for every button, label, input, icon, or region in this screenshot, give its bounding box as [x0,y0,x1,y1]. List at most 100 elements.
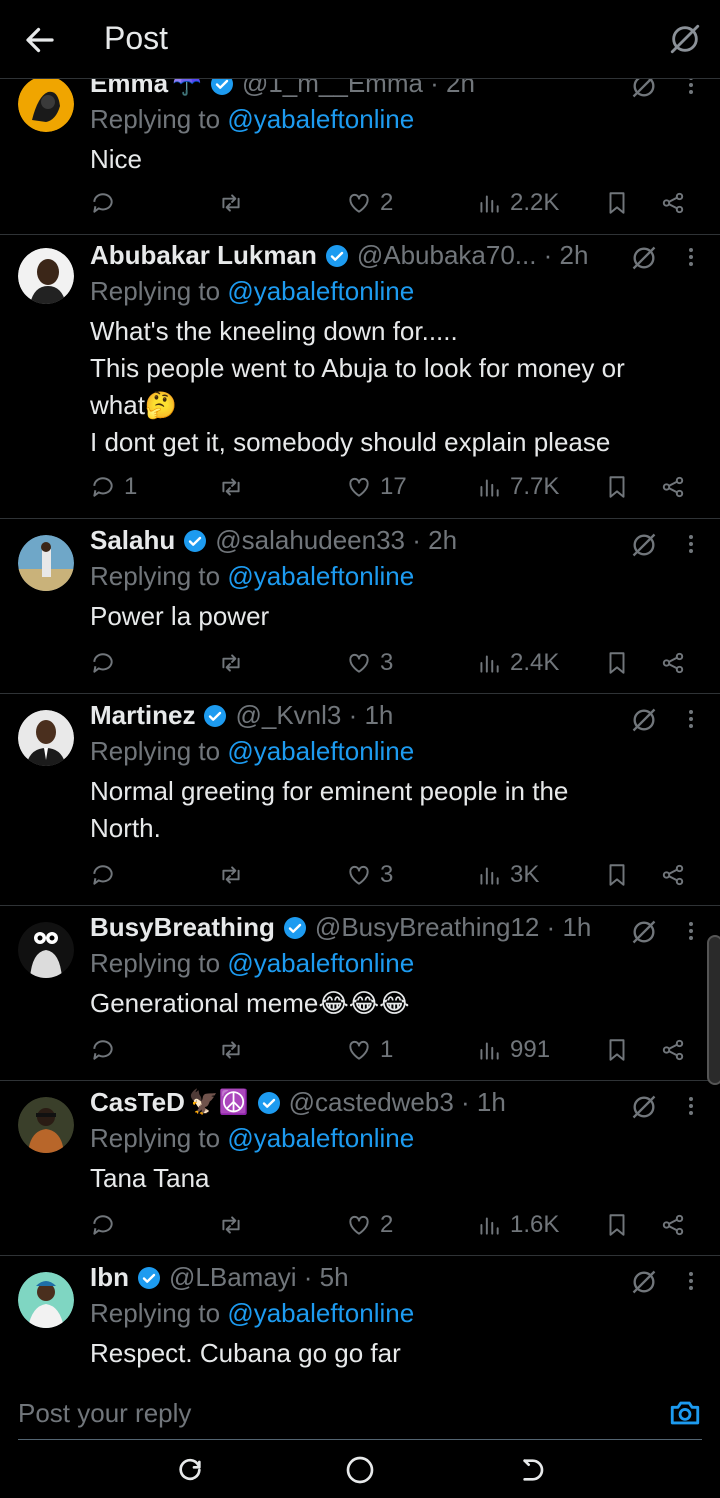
like-button[interactable]: 1 [346,1033,393,1067]
reply-button[interactable] [90,646,124,680]
repost-button[interactable] [218,470,244,504]
more-options-icon[interactable] [686,78,696,96]
arrow-left-icon[interactable] [22,22,58,58]
reply-button[interactable] [90,858,124,892]
replying-handle-link[interactable]: @yabaleftonline [227,104,414,134]
verified-badge-icon [325,244,348,267]
views-button[interactable]: 3K [476,858,539,892]
reply-input[interactable]: Post your reply [18,1398,191,1429]
author-handle[interactable]: @_Kvnl3 · 1h [235,700,393,731]
share-button[interactable] [660,1033,686,1067]
more-options-icon[interactable] [686,1095,696,1117]
author-handle[interactable]: @BusyBreathing12 · 1h [315,912,591,943]
avatar[interactable] [18,922,74,978]
repost-icon [222,478,240,496]
like-button[interactable]: 3 [346,646,393,680]
share-button[interactable] [660,646,686,680]
reply-item[interactable]: CasTeD 🦅☮️ @castedweb3 · 1h Replying to … [0,1081,720,1256]
like-button[interactable]: 2 [346,1208,393,1242]
avatar[interactable] [18,78,74,132]
grok-icon[interactable] [630,706,658,734]
home-circle-icon[interactable] [344,1454,376,1486]
replying-handle-link[interactable]: @yabaleftonline [227,276,414,306]
reply-item[interactable]: BusyBreathing @BusyBreathing12 · 1h Repl… [0,906,720,1081]
avatar[interactable] [18,248,74,304]
reply-item[interactable]: Martinez @_Kvnl3 · 1h Replying to @yabal… [0,694,720,906]
author-handle[interactable]: @castedweb3 · 1h [289,1087,506,1118]
bookmark-button[interactable] [604,470,630,504]
bookmark-button[interactable] [604,646,630,680]
camera-icon[interactable] [668,1396,702,1430]
reply-item[interactable]: Emma ☂️ @1_m__Emma · 2h Replying to @yab… [0,78,720,235]
reply-composer[interactable]: Post your reply [0,1372,720,1442]
grok-icon[interactable] [630,1093,658,1121]
more-options-icon[interactable] [686,920,696,942]
replying-handle-link[interactable]: @yabaleftonline [227,1298,414,1328]
avatar[interactable] [18,1272,74,1328]
reply-item[interactable]: Abubakar Lukman @Abubaka70... · 2h Reply… [0,234,720,519]
repost-icon [222,1041,240,1059]
more-options-icon[interactable] [686,1270,696,1292]
repost-button[interactable] [218,1033,244,1067]
grok-icon[interactable] [630,244,658,272]
author-handle[interactable]: @salahudeen33 · 2h [215,525,457,556]
scrollbar-handle[interactable] [707,935,720,1085]
reply-item[interactable]: Ibn @LBamayi · 5h Replying to @yabalefto… [0,1256,720,1372]
reply-text: What's the kneeling down for..... This p… [90,313,700,461]
share-button[interactable] [660,858,686,892]
author-name[interactable]: Ibn [90,1262,129,1293]
like-button[interactable]: 2 [346,186,393,220]
grok-icon[interactable] [630,531,658,559]
author-handle[interactable]: @1_m__Emma · 2h [242,78,475,99]
like-button[interactable]: 17 [346,470,407,504]
share-button[interactable] [660,186,686,220]
author-name[interactable]: Emma [90,78,168,99]
avatar[interactable] [18,535,74,591]
grok-icon[interactable] [630,1268,658,1296]
repost-button[interactable] [218,186,244,220]
views-button[interactable]: 2.2K [476,186,559,220]
views-button[interactable]: 1.6K [476,1208,559,1242]
comment-icon [93,1040,113,1060]
like-button[interactable]: 3 [346,858,393,892]
more-options-icon[interactable] [686,533,696,555]
author-name[interactable]: BusyBreathing [90,912,275,943]
author-handle[interactable]: @Abubaka70... · 2h [357,240,589,271]
replying-handle-link[interactable]: @yabaleftonline [227,948,414,978]
author-handle[interactable]: @LBamayi · 5h [169,1262,349,1293]
author-name[interactable]: CasTeD [90,1087,185,1118]
replying-handle-link[interactable]: @yabaleftonline [227,1123,414,1153]
repost-button[interactable] [218,858,244,892]
more-options-icon[interactable] [686,246,696,268]
reply-button[interactable]: 1 [90,470,137,504]
reply-button[interactable] [90,186,124,220]
recents-icon[interactable] [174,1454,206,1486]
grok-icon[interactable] [668,22,702,56]
views-button[interactable]: 7.7K [476,470,559,504]
avatar[interactable] [18,710,74,766]
reply-button[interactable] [90,1033,124,1067]
nav-back-icon[interactable] [514,1454,546,1486]
replying-handle-link[interactable]: @yabaleftonline [227,561,414,591]
author-name[interactable]: Abubakar Lukman [90,240,317,271]
bookmark-button[interactable] [604,186,630,220]
more-options-icon[interactable] [686,708,696,730]
bookmark-button[interactable] [604,858,630,892]
share-button[interactable] [660,1208,686,1242]
replies-feed[interactable]: Emma ☂️ @1_m__Emma · 2h Replying to @yab… [0,78,720,1372]
bookmark-button[interactable] [604,1208,630,1242]
repost-button[interactable] [218,646,244,680]
author-name[interactable]: Martinez [90,700,195,731]
author-name[interactable]: Salahu [90,525,175,556]
share-button[interactable] [660,470,686,504]
replying-handle-link[interactable]: @yabaleftonline [227,736,414,766]
bookmark-button[interactable] [604,1033,630,1067]
avatar[interactable] [18,1097,74,1153]
grok-icon[interactable] [630,918,658,946]
views-button[interactable]: 2.4K [476,646,559,680]
repost-button[interactable] [218,1208,244,1242]
reply-button[interactable] [90,1208,124,1242]
grok-icon[interactable] [630,78,658,100]
reply-item[interactable]: Salahu @salahudeen33 · 2h Replying to @y… [0,519,720,694]
views-button[interactable]: 991 [476,1033,550,1067]
